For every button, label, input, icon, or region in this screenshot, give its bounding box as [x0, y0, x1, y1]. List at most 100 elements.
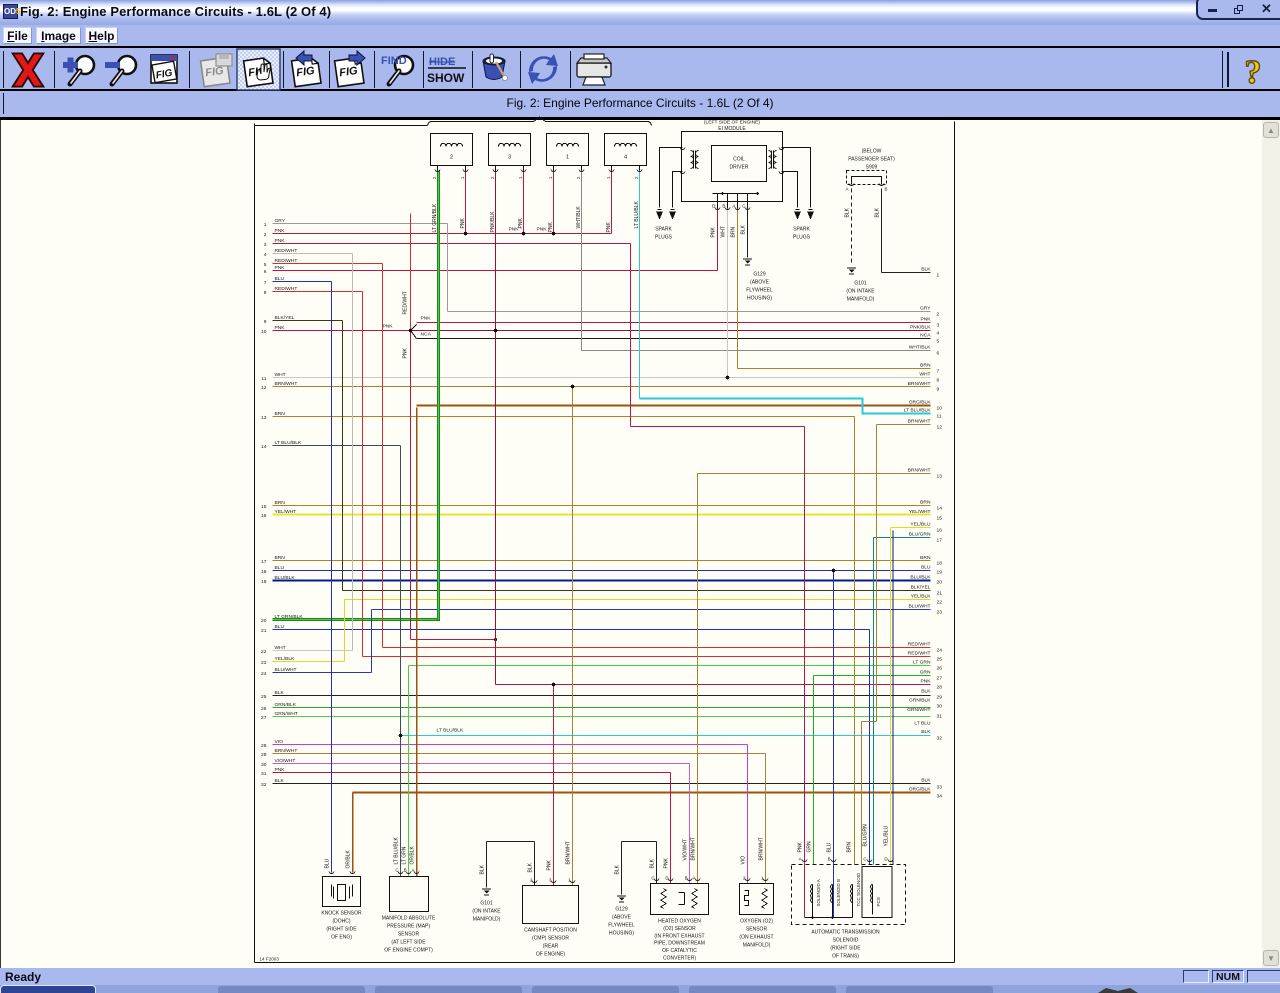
- svg-text:SPARK: SPARK: [793, 227, 810, 233]
- svg-text:PNK: PNK: [798, 842, 804, 853]
- svg-text:LT GRN: LT GRN: [913, 660, 931, 666]
- svg-text:VIO/WHT: VIO/WHT: [683, 839, 689, 860]
- svg-text:HOUSING): HOUSING): [609, 931, 634, 937]
- svg-text:BLK: BLK: [480, 864, 486, 874]
- svg-text:G101: G101: [480, 901, 492, 907]
- svg-text:20: 20: [937, 580, 943, 586]
- svg-text:C: C: [863, 857, 866, 862]
- svg-text:SENSOR: SENSOR: [746, 927, 768, 933]
- svg-text:17: 17: [937, 538, 943, 544]
- svg-text:LT BLU/BLK: LT BLU/BLK: [394, 837, 400, 865]
- svg-text:G129: G129: [615, 907, 627, 913]
- svg-text:2: 2: [937, 312, 940, 318]
- svg-text:23: 23: [937, 610, 943, 616]
- svg-text:PNK: PNK: [382, 324, 393, 330]
- svg-text:G101: G101: [854, 281, 866, 287]
- svg-text:GRN/WHT: GRN/WHT: [907, 707, 930, 713]
- svg-text:32: 32: [261, 782, 267, 788]
- svg-text:26: 26: [937, 666, 943, 672]
- svg-text:24: 24: [261, 671, 267, 677]
- svg-text:BLU: BLU: [921, 565, 931, 571]
- svg-text:8: 8: [937, 378, 940, 384]
- svg-text:BLK: BLK: [845, 207, 851, 217]
- svg-text:PLUGS: PLUGS: [793, 235, 811, 241]
- svg-text:(ON INTAKE: (ON INTAKE: [846, 289, 875, 295]
- svg-text:LT BLU: LT BLU: [914, 721, 931, 727]
- svg-text:A: A: [846, 187, 849, 192]
- svg-text:2: 2: [264, 232, 267, 238]
- svg-text:SPARK: SPARK: [655, 227, 672, 233]
- svg-text:GRN: GRN: [807, 841, 813, 853]
- svg-text:BRN/WHT: BRN/WHT: [908, 381, 931, 387]
- svg-text:B: B: [885, 187, 888, 192]
- svg-text:DRIVER: DRIVER: [730, 165, 749, 171]
- svg-text:BRN/WHT: BRN/WHT: [566, 841, 572, 864]
- svg-text:(O2) SENSOR: (O2) SENSOR: [663, 926, 696, 932]
- svg-text:31: 31: [261, 771, 267, 777]
- svg-text:(AT LEFT SIDE: (AT LEFT SIDE: [391, 940, 426, 946]
- svg-text:BRN: BRN: [847, 842, 853, 853]
- svg-text:HEATED OXYGEN: HEATED OXYGEN: [658, 919, 701, 925]
- svg-text:FLYWHEEL: FLYWHEEL: [608, 923, 635, 929]
- svg-text:B: B: [404, 868, 407, 873]
- svg-text:9: 9: [937, 387, 940, 393]
- svg-text:OR/BLK: OR/BLK: [346, 849, 352, 868]
- svg-text:32: 32: [937, 736, 943, 742]
- svg-text:11: 11: [937, 414, 942, 420]
- svg-text:HOUSING): HOUSING): [747, 296, 772, 302]
- svg-text:13: 13: [261, 415, 267, 421]
- svg-text:18: 18: [937, 561, 943, 567]
- svg-text:PNK: PNK: [664, 858, 670, 869]
- svg-text:8: 8: [264, 290, 267, 296]
- svg-text:9: 9: [264, 319, 267, 325]
- svg-text:BRN/WHT: BRN/WHT: [759, 837, 765, 860]
- svg-text:LT GRN/BLK: LT GRN/BLK: [432, 203, 438, 232]
- svg-text:15: 15: [937, 516, 943, 522]
- svg-text:5: 5: [937, 339, 940, 345]
- svg-text:BLK: BLK: [921, 778, 931, 784]
- svg-text:1: 1: [566, 155, 569, 161]
- svg-text:1: 1: [518, 176, 523, 179]
- svg-text:1: 1: [460, 176, 465, 179]
- svg-text:BRN/WHT: BRN/WHT: [691, 837, 697, 860]
- svg-text:BLK: BLK: [615, 864, 621, 874]
- svg-text:B: B: [722, 204, 725, 209]
- svg-text:PNK: PNK: [421, 316, 432, 322]
- svg-text:BRN: BRN: [920, 363, 931, 369]
- svg-text:SOLENOID B: SOLENOID B: [836, 879, 841, 907]
- svg-text:PNK: PNK: [548, 222, 554, 233]
- svg-text:LT GRN: LT GRN: [402, 846, 408, 864]
- svg-text:GRN: GRN: [920, 670, 931, 676]
- svg-text:2: 2: [634, 176, 639, 179]
- svg-text:BLK: BLK: [528, 862, 534, 872]
- svg-text:OF ENGINE): OF ENGINE): [536, 952, 566, 958]
- svg-text:(DOHC): (DOHC): [332, 919, 350, 925]
- svg-text:SOLENOID: SOLENOID: [833, 938, 859, 944]
- svg-text:28: 28: [261, 743, 267, 749]
- svg-text:BRN/WHT: BRN/WHT: [908, 419, 931, 425]
- svg-text:(IN FRONT EXHAUST: (IN FRONT EXHAUST: [654, 933, 704, 939]
- svg-text:(CMP) SENSOR: (CMP) SENSOR: [532, 936, 569, 942]
- svg-text:28: 28: [937, 685, 943, 691]
- svg-text:PNK: PNK: [711, 227, 717, 238]
- svg-text:BLU/BLK: BLU/BLK: [910, 575, 931, 581]
- svg-text:1: 1: [264, 222, 267, 228]
- svg-text:PIPE, DOWNSTREAM: PIPE, DOWNSTREAM: [654, 941, 705, 947]
- svg-text:YEL/BLK: YEL/BLK: [911, 594, 932, 600]
- svg-text:(RIGHT SIDE: (RIGHT SIDE: [326, 927, 357, 933]
- svg-text:MANIFOLD ABSOLUTE: MANIFOLD ABSOLUTE: [382, 916, 436, 922]
- svg-text:SOLENOID A: SOLENOID A: [816, 879, 821, 906]
- svg-text:BLK: BLK: [921, 729, 931, 735]
- svg-text:23: 23: [261, 660, 267, 666]
- svg-text:33: 33: [937, 785, 943, 791]
- svg-text:A: A: [412, 868, 415, 873]
- svg-text:6: 6: [937, 351, 940, 357]
- svg-text:MANIFOLD): MANIFOLD): [743, 943, 771, 949]
- svg-text:14: 14: [937, 506, 943, 512]
- svg-text:GRN/BLK: GRN/BLK: [909, 698, 931, 704]
- svg-text:BLU/GRN: BLU/GRN: [863, 824, 869, 847]
- svg-text:A: A: [732, 204, 736, 209]
- svg-text:OR/BLK: OR/BLK: [410, 845, 416, 864]
- svg-text:19: 19: [937, 570, 943, 576]
- svg-text:15: 15: [261, 504, 267, 510]
